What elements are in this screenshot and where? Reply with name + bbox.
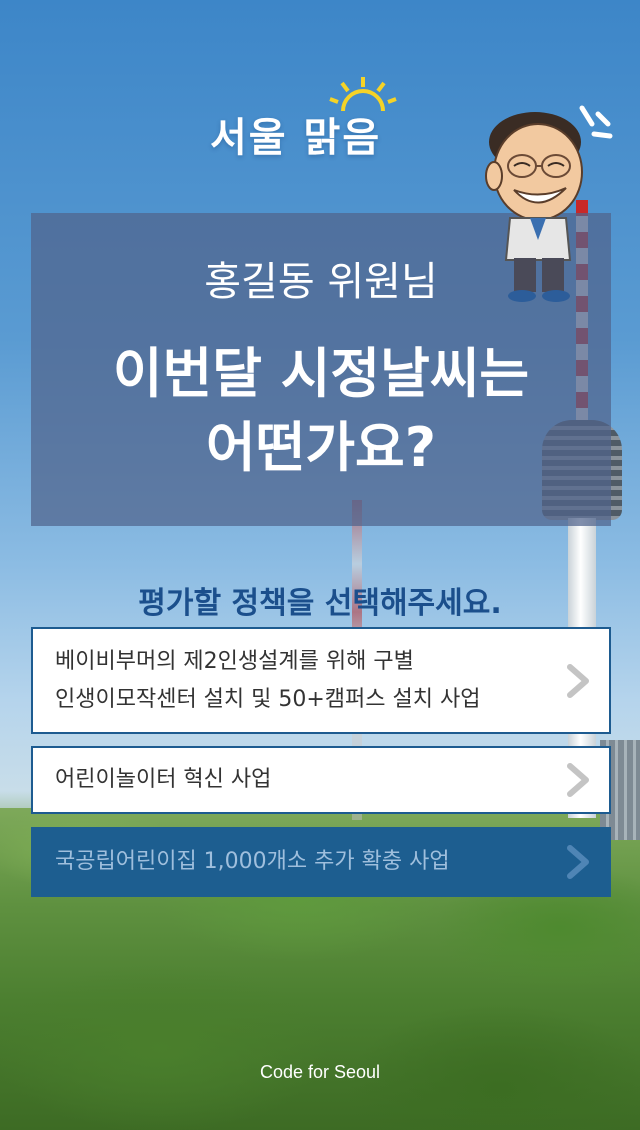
- footer-credit: Code for Seoul: [259, 1062, 381, 1082]
- policy-item-label: 어린이놀이터 혁신 사업: [55, 767, 272, 792]
- headline-question-line1: 이번달 시정날씨는: [112, 342, 530, 405]
- mascot-character-icon: [485, 105, 613, 302]
- policy-item-babyboomer[interactable]: 베이비부머의 제2인생설계를 위해 구별 인생이모작센터 설치 및 50+캠퍼스…: [31, 627, 611, 734]
- select-policy-prompt: 평가할 정책을 선택해주세요.: [138, 586, 502, 621]
- logo-text: 서울 맑음: [210, 115, 382, 161]
- chevron-right-icon: [567, 845, 589, 879]
- chevron-right-icon: [567, 663, 589, 698]
- chevron-right-icon: [567, 763, 589, 797]
- policy-item-label: 국공립어린이집 1,000개소 추가 확충 사업: [55, 849, 450, 874]
- policy-item-label: 베이비부머의 제2인생설계를 위해 구별 인생이모작센터 설치 및 50+캠퍼스…: [55, 648, 481, 712]
- app-logo: 서울 맑음: [210, 77, 440, 175]
- headline-question-line2: 어떤가요?: [205, 416, 437, 479]
- policy-item-playground[interactable]: 어린이놀이터 혁신 사업: [31, 746, 611, 814]
- policy-item-daycare[interactable]: 국공립어린이집 1,000개소 추가 확충 사업: [31, 827, 611, 897]
